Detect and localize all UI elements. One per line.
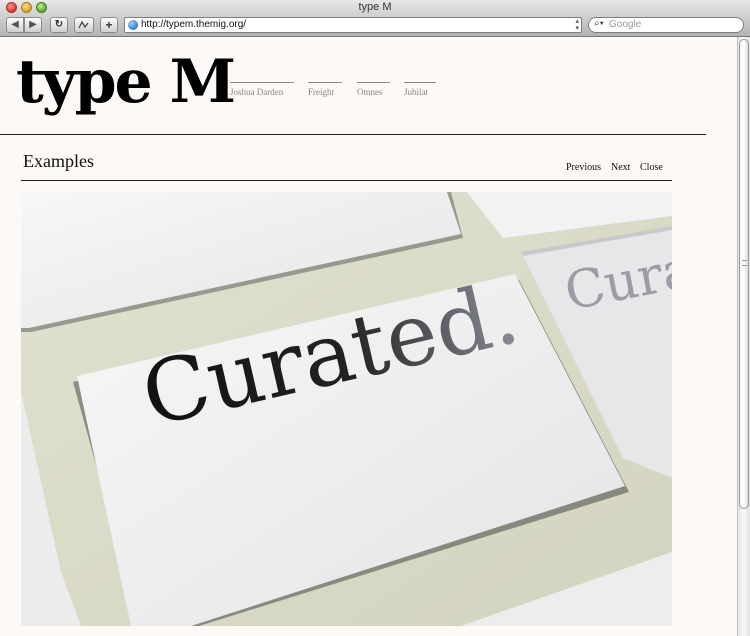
- window-title: type M: [358, 1, 392, 13]
- add-bookmark-button[interactable]: +: [100, 17, 118, 33]
- address-bar[interactable]: http://typem.themig.org/ ▴ ▾: [124, 17, 582, 33]
- search-icon: ⌕▾: [594, 18, 604, 29]
- scroll-grip-icon: [742, 260, 747, 266]
- address-dropdown-icon[interactable]: ▴ ▾: [575, 18, 579, 32]
- site-logo[interactable]: type M: [16, 46, 236, 118]
- next-link[interactable]: Next: [611, 162, 630, 173]
- scrollbar-thumb[interactable]: [739, 39, 749, 509]
- nav-freight[interactable]: Freight: [308, 82, 342, 97]
- title-bar: type M: [0, 0, 750, 15]
- nav-omnes[interactable]: Omnes: [357, 82, 390, 97]
- back-button[interactable]: ◀: [6, 17, 24, 33]
- business-cards-image: Curated. Curat: [21, 192, 672, 626]
- plus-icon: +: [105, 18, 113, 32]
- globe-icon: [128, 20, 138, 30]
- search-placeholder: Google: [609, 19, 642, 30]
- browser-toolbar: ◀ ▶ ↻ + http://typem.themig.org/ ▴ ▾ ⌕▾ G…: [0, 15, 750, 37]
- vertical-scrollbar[interactable]: [737, 37, 750, 636]
- section-divider: [21, 180, 672, 181]
- section-title: Examples: [23, 151, 94, 171]
- reload-button[interactable]: ↻: [50, 17, 68, 33]
- nav-joshua-darden[interactable]: Joshua Darden: [230, 82, 294, 97]
- gallery-photo: Curated. Curat: [21, 192, 672, 626]
- forward-button[interactable]: ▶: [24, 17, 42, 33]
- previous-link[interactable]: Previous: [566, 162, 601, 173]
- address-url: http://typem.themig.org/: [141, 19, 247, 30]
- search-field[interactable]: ⌕▾ Google: [588, 17, 744, 33]
- snapback-button[interactable]: [74, 17, 94, 33]
- header-divider: [0, 134, 706, 135]
- reload-icon: ↻: [54, 19, 64, 30]
- back-arrow-icon: ◀: [11, 19, 19, 30]
- close-link[interactable]: Close: [640, 162, 663, 173]
- forward-arrow-icon: ▶: [29, 19, 37, 30]
- snapback-icon: [78, 20, 89, 29]
- nav-jubilat[interactable]: Jubilat: [404, 82, 436, 97]
